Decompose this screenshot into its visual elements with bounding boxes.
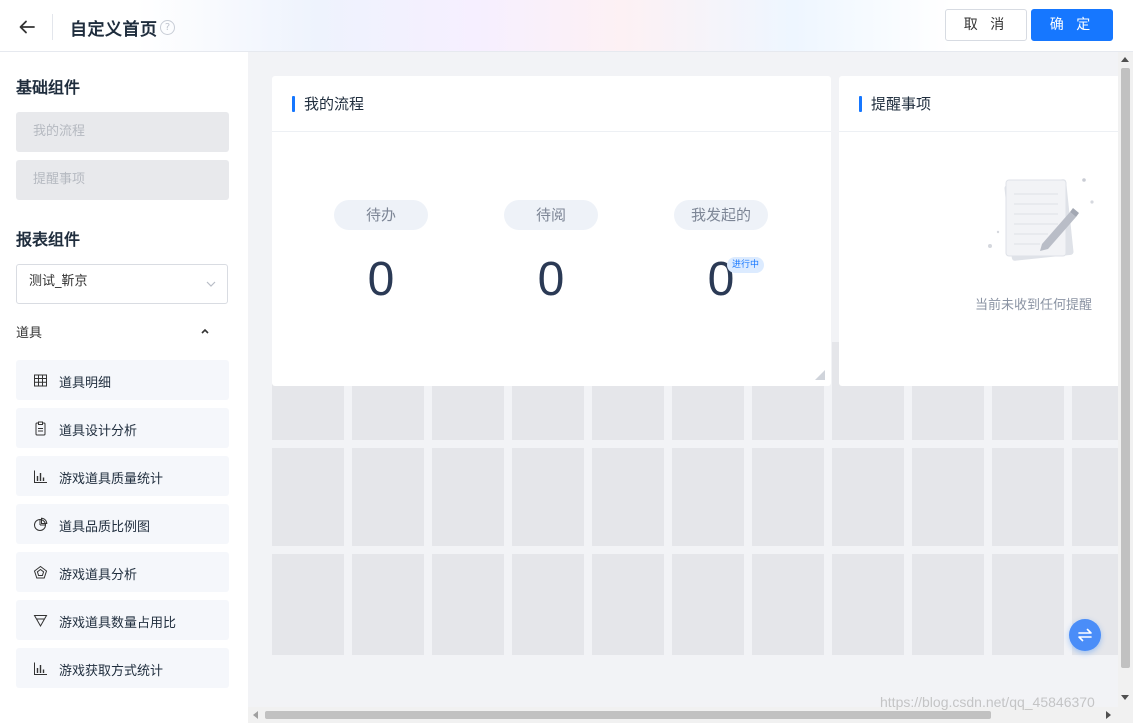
grid-placeholder-cell — [992, 448, 1064, 546]
grid-placeholder-cell — [512, 448, 584, 546]
bar-chart-icon — [34, 470, 47, 483]
report-item-label: 道具明细 — [59, 376, 112, 391]
basic-item-reminders[interactable]: 提醒事项 — [16, 160, 229, 200]
resize-handle-icon[interactable] — [815, 370, 825, 380]
card-accent-bar — [859, 96, 862, 112]
stat-label-todo: 待办 — [334, 200, 428, 230]
scroll-right-arrow-icon[interactable] — [1106, 711, 1111, 719]
grid-placeholder-cell — [832, 554, 904, 655]
back-button[interactable] — [14, 14, 40, 40]
help-icon[interactable]: ? — [160, 20, 175, 35]
grid-placeholder-cell — [352, 554, 424, 655]
report-item-label: 游戏道具质量统计 — [59, 472, 164, 487]
top-header: 自定义首页 ? 取 消 确 定 — [0, 0, 1133, 52]
scroll-left-arrow-icon[interactable] — [253, 711, 258, 719]
report-source-value: 测试_靳京 — [29, 274, 88, 289]
stat-label-initiated: 我发起的 — [674, 200, 768, 230]
grid-placeholder-cell — [912, 448, 984, 546]
stat-count-todo: 0 — [367, 253, 395, 306]
report-item-label: 道具设计分析 — [59, 424, 138, 439]
radar-chart-icon — [33, 565, 48, 579]
card-header: 我的流程 — [272, 76, 831, 132]
grid-placeholder-cell — [912, 554, 984, 655]
pie-chart-icon — [34, 517, 48, 531]
scroll-down-arrow-icon[interactable] — [1121, 695, 1129, 700]
header-divider — [52, 14, 53, 40]
grid-placeholder-cell — [992, 554, 1064, 655]
basic-item-my-process[interactable]: 我的流程 — [16, 112, 229, 152]
card-title: 我的流程 — [304, 95, 365, 113]
cancel-button[interactable]: 取 消 — [945, 9, 1027, 41]
layout-canvas: 我的流程 待办 0 待阅 0 我发起的 0 进行中 提醒事项 当前未收到任何提醒 — [248, 52, 1118, 707]
in-progress-badge: 进行中 — [727, 257, 765, 273]
report-item-label: 道具品质比例图 — [59, 520, 151, 535]
grid-placeholder-cell — [752, 554, 824, 655]
widget-my-process[interactable]: 我的流程 待办 0 待阅 0 我发起的 0 进行中 — [272, 76, 831, 386]
grid-placeholder-cell — [832, 448, 904, 546]
grid-placeholder-cell — [432, 554, 504, 655]
report-item-quality-stats[interactable]: 游戏道具质量统计 — [16, 456, 229, 496]
grid-placeholder-cell — [752, 448, 824, 546]
grid-placeholder-cell — [672, 554, 744, 655]
grid-placeholder-cell — [512, 554, 584, 655]
vertical-scrollbar[interactable] — [1118, 52, 1133, 707]
report-item-label: 游戏道具分析 — [59, 568, 138, 583]
report-item-label: 游戏获取方式统计 — [59, 664, 164, 679]
card-header: 提醒事项 — [839, 76, 1118, 132]
report-item-quantity-ratio[interactable]: 游戏道具数量占用比 — [16, 600, 229, 640]
swap-icon — [1078, 628, 1092, 642]
grid-placeholder-cell — [272, 554, 344, 655]
grid-placeholder-cell — [272, 448, 344, 546]
empty-reminders-text: 当前未收到任何提醒 — [975, 298, 1093, 313]
report-source-select[interactable]: 测试_靳京 — [16, 264, 228, 304]
component-sidebar: 基础组件 我的流程 提醒事项 报表组件 测试_靳京 道具 道具明细 道具设计分析 — [0, 52, 248, 723]
card-title: 提醒事项 — [871, 95, 932, 113]
table-icon — [34, 374, 47, 387]
funnel-icon — [33, 615, 48, 628]
group-label: 道具 — [16, 326, 43, 341]
report-item-prop-detail[interactable]: 道具明细 — [16, 360, 229, 400]
stat-count-toread: 0 — [537, 253, 565, 306]
report-item-acquire-stats[interactable]: 游戏获取方式统计 — [16, 648, 229, 688]
widget-reminders[interactable]: 提醒事项 当前未收到任何提醒 — [839, 76, 1118, 386]
swap-layout-button[interactable] — [1069, 619, 1101, 651]
chevron-down-icon — [206, 281, 216, 287]
grid-placeholder-cell — [592, 448, 664, 546]
report-item-label: 游戏道具数量占用比 — [59, 616, 177, 631]
watermark: https://blog.csdn.net/qq_45846370 — [880, 694, 1095, 710]
group-toggle-props[interactable]: 道具 — [16, 320, 216, 344]
grid-placeholder-cell — [432, 448, 504, 546]
grid-placeholder-cell — [592, 554, 664, 655]
empty-notes-icon — [988, 178, 1094, 261]
arrow-left-icon — [19, 20, 35, 34]
card-accent-bar — [292, 96, 295, 112]
clipboard-icon — [35, 421, 46, 436]
vertical-scroll-thumb[interactable] — [1121, 68, 1130, 668]
stat-label-toread: 待阅 — [504, 200, 598, 230]
report-item-prop-analysis[interactable]: 游戏道具分析 — [16, 552, 229, 592]
report-item-quality-ratio[interactable]: 道具品质比例图 — [16, 504, 229, 544]
grid-placeholder-cell — [352, 448, 424, 546]
page-title: 自定义首页 — [70, 20, 158, 40]
chevron-up-icon — [201, 328, 209, 334]
report-components-title: 报表组件 — [16, 230, 81, 249]
basic-components-title: 基础组件 — [16, 78, 81, 97]
grid-placeholder-cell — [1072, 448, 1118, 546]
horizontal-scroll-thumb[interactable] — [265, 711, 991, 719]
scroll-up-arrow-icon[interactable] — [1121, 57, 1129, 62]
bar-chart-icon — [34, 662, 47, 675]
confirm-button[interactable]: 确 定 — [1031, 9, 1113, 41]
grid-placeholder-cell — [672, 448, 744, 546]
report-item-prop-design[interactable]: 道具设计分析 — [16, 408, 229, 448]
